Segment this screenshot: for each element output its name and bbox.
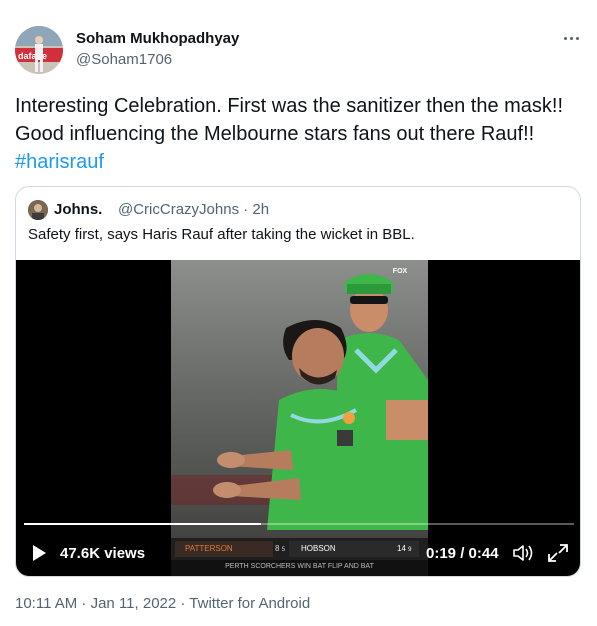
tweet-body: Interesting Celebration. First was the s… [15,95,564,145]
broadcaster-logo: FOX [391,268,409,290]
score-right-balls: 9 [408,547,412,553]
video-thumbnail [171,260,428,576]
score-left-runs: 8 [275,544,280,553]
quoted-author-name[interactable]: Johns. [54,201,102,218]
tweet-timestamp[interactable]: 10:11 AM · Jan 11, 2022 · Twitter for An… [15,595,310,612]
video-time: 0:19 / 0:44 [426,545,499,562]
quoted-tweet-text: Safety first, says Haris Rauf after taki… [28,226,415,243]
profile-photo-icon: dafane [15,26,63,74]
video-scrubber[interactable] [24,523,574,525]
video-scrubber-progress [24,523,261,525]
score-right-runs: 14 [397,544,406,553]
profile-photo-icon [28,200,48,220]
author-avatar[interactable]: dafane [15,26,63,74]
video-player[interactable]: PATTERSON 8 5 HOBSON 14 9 PERTH SCORCHER… [16,260,580,576]
scoreboard-ticker: PERTH SCORCHERS WIN BAT FLIP AND BAT [225,563,374,570]
play-icon[interactable] [30,544,48,562]
more-options-icon[interactable] [558,26,584,50]
scoreboard-score-left: 8 5 [275,544,285,553]
quoted-tweet[interactable]: Johns. @CricCrazyJohns · 2h Safety first… [15,186,581,577]
scoreboard-score-right: 14 9 [397,544,411,553]
hashtag-link[interactable]: #harisrauf [15,151,104,173]
quoted-author-meta[interactable]: @CricCrazyJohns · 2h [118,201,269,218]
author-name[interactable]: Soham Mukhopadhyay [76,30,239,47]
scoreboard-player-left: PATTERSON [185,544,233,553]
tweet-text: Interesting Celebration. First was the s… [15,92,585,176]
author-handle[interactable]: @Soham1706 [76,51,172,68]
video-frame[interactable]: PATTERSON 8 5 HOBSON 14 9 PERTH SCORCHER… [171,260,428,576]
quoted-author-avatar[interactable] [28,200,48,220]
score-left-balls: 5 [281,547,286,553]
scoreboard-player-right: HOBSON [301,544,336,553]
broadcaster-logo-text: FOX [392,268,408,275]
fullscreen-icon[interactable] [547,543,569,563]
view-count: 47.6K views [60,545,146,562]
volume-icon[interactable] [512,543,534,563]
